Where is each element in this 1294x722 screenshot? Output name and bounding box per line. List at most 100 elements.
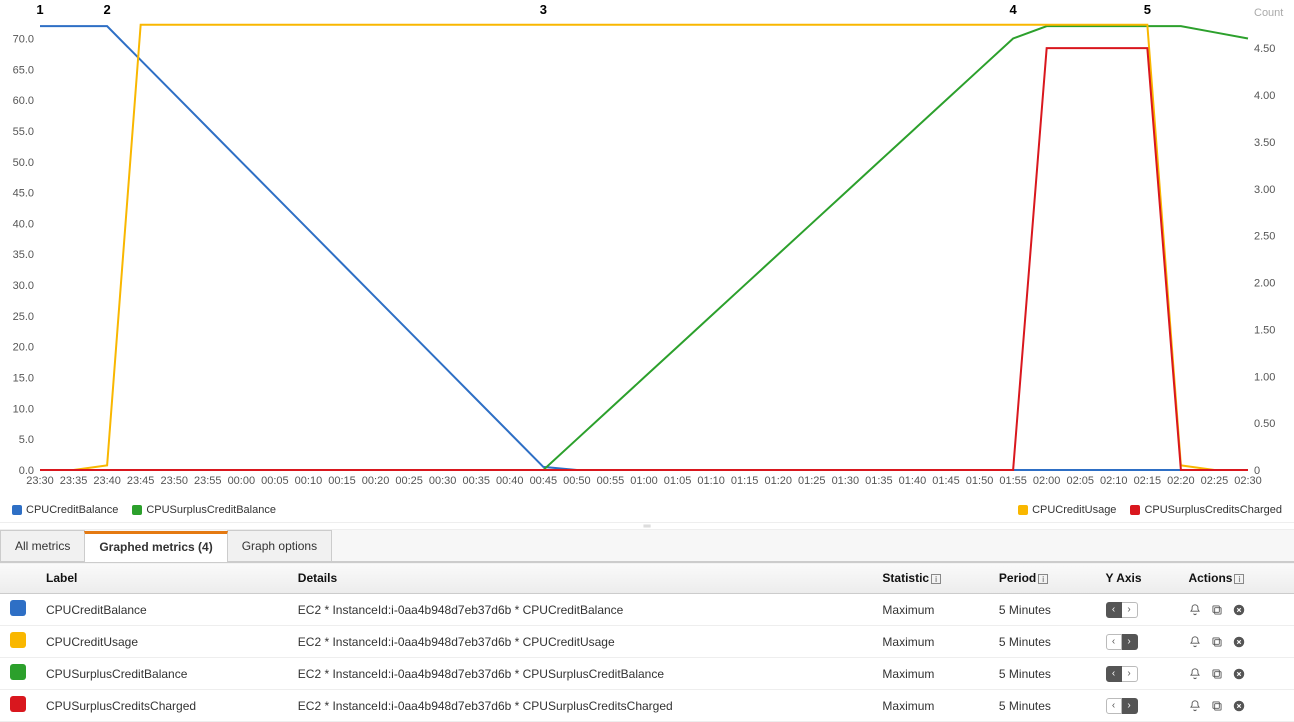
series-CPUSurplusCreditBalance[interactable]	[40, 26, 1248, 470]
svg-text:00:55: 00:55	[597, 475, 625, 487]
metric-details: EC2 * InstanceId:i-0aa4b948d7eb37d6b * C…	[288, 658, 873, 690]
svg-text:4.50: 4.50	[1254, 43, 1275, 55]
legend-item[interactable]: CPUCreditUsage	[1018, 504, 1116, 516]
svg-text:25.0: 25.0	[13, 311, 34, 323]
svg-text:15.0: 15.0	[13, 373, 34, 385]
duplicate-icon[interactable]	[1210, 603, 1224, 617]
svg-text:01:45: 01:45	[932, 475, 960, 487]
yaxis-left-button[interactable]: ‹	[1106, 634, 1122, 650]
legend-item[interactable]: CPUSurplusCreditsCharged	[1130, 504, 1282, 516]
tab-graphed-metrics[interactable]: Graphed metrics (4)	[84, 531, 227, 562]
series-CPUCreditBalance[interactable]	[40, 26, 1248, 470]
svg-text:50.0: 50.0	[13, 157, 34, 169]
bell-icon[interactable]	[1188, 603, 1202, 617]
svg-text:70.0: 70.0	[13, 33, 34, 45]
svg-text:02:05: 02:05	[1066, 475, 1094, 487]
yaxis-right-button[interactable]: ›	[1122, 602, 1138, 618]
duplicate-icon[interactable]	[1210, 667, 1224, 681]
table-row: CPUSurplusCreditBalanceEC2 * InstanceId:…	[0, 658, 1294, 690]
bell-icon[interactable]	[1188, 667, 1202, 681]
info-icon[interactable]: i	[931, 574, 941, 584]
yaxis-left-button[interactable]: ‹	[1106, 666, 1122, 682]
tab-all-metrics[interactable]: All metrics	[0, 530, 85, 561]
bell-icon[interactable]	[1188, 699, 1202, 713]
legend-label: CPUCreditUsage	[1032, 504, 1116, 516]
yaxis-left-button[interactable]: ‹	[1106, 698, 1122, 714]
metrics-table: Label Details Statistici Periodi Y Axis …	[0, 562, 1294, 722]
svg-text:2.50: 2.50	[1254, 231, 1275, 243]
yaxis-right-button[interactable]: ›	[1122, 666, 1138, 682]
svg-text:01:25: 01:25	[798, 475, 826, 487]
remove-icon[interactable]	[1232, 603, 1246, 617]
pane-splitter[interactable]: ═	[0, 522, 1294, 530]
svg-text:60.0: 60.0	[13, 95, 34, 107]
metric-details: EC2 * InstanceId:i-0aa4b948d7eb37d6b * C…	[288, 594, 873, 626]
metric-period[interactable]: 5 Minutes	[989, 658, 1096, 690]
remove-icon[interactable]	[1232, 667, 1246, 681]
table-row: CPUCreditBalanceEC2 * InstanceId:i-0aa4b…	[0, 594, 1294, 626]
col-yaxis[interactable]: Y Axis	[1096, 563, 1179, 594]
svg-text:01:50: 01:50	[966, 475, 994, 487]
series-CPUSurplusCreditsCharged[interactable]	[40, 48, 1248, 470]
col-label[interactable]: Label	[36, 563, 288, 594]
metric-statistic[interactable]: Maximum	[872, 658, 988, 690]
col-statistic[interactable]: Statistici	[872, 563, 988, 594]
svg-text:2.00: 2.00	[1254, 278, 1275, 290]
tabs: All metrics Graphed metrics (4) Graph op…	[0, 530, 1294, 562]
svg-text:01:20: 01:20	[764, 475, 792, 487]
duplicate-icon[interactable]	[1210, 635, 1224, 649]
series-color-swatch[interactable]	[10, 600, 26, 616]
svg-text:01:30: 01:30	[832, 475, 860, 487]
metric-statistic[interactable]: Maximum	[872, 626, 988, 658]
col-details[interactable]: Details	[288, 563, 873, 594]
series-color-swatch[interactable]	[10, 664, 26, 680]
series-color-swatch[interactable]	[10, 696, 26, 712]
tab-graph-options[interactable]: Graph options	[227, 530, 332, 561]
metric-label[interactable]: CPUSurplusCreditsCharged	[36, 690, 288, 722]
remove-icon[interactable]	[1232, 699, 1246, 713]
svg-text:10.0: 10.0	[13, 403, 34, 415]
legend-swatch	[12, 505, 22, 515]
series-color-swatch[interactable]	[10, 632, 26, 648]
svg-text:01:10: 01:10	[697, 475, 725, 487]
bell-icon[interactable]	[1188, 635, 1202, 649]
yaxis-right-button[interactable]: ›	[1122, 634, 1138, 650]
svg-text:20.0: 20.0	[13, 342, 34, 354]
yaxis-right-button[interactable]: ›	[1122, 698, 1138, 714]
legend-item[interactable]: CPUCreditBalance	[12, 504, 118, 516]
svg-text:00:45: 00:45	[530, 475, 558, 487]
metric-period[interactable]: 5 Minutes	[989, 690, 1096, 722]
col-actions[interactable]: Actionsi	[1178, 563, 1294, 594]
phase-marker: 2	[103, 2, 110, 17]
yaxis-left-button[interactable]: ‹	[1106, 602, 1122, 618]
svg-text:02:15: 02:15	[1134, 475, 1162, 487]
metric-period[interactable]: 5 Minutes	[989, 626, 1096, 658]
duplicate-icon[interactable]	[1210, 699, 1224, 713]
metric-label[interactable]: CPUSurplusCreditBalance	[36, 658, 288, 690]
legend-item[interactable]: CPUSurplusCreditBalance	[132, 504, 276, 516]
remove-icon[interactable]	[1232, 635, 1246, 649]
info-icon[interactable]: i	[1038, 574, 1048, 584]
svg-text:23:55: 23:55	[194, 475, 222, 487]
info-icon[interactable]: i	[1234, 574, 1244, 584]
svg-text:23:30: 23:30	[26, 475, 54, 487]
svg-text:01:55: 01:55	[999, 475, 1027, 487]
metric-label[interactable]: CPUCreditBalance	[36, 594, 288, 626]
metric-period[interactable]: 5 Minutes	[989, 594, 1096, 626]
metric-statistic[interactable]: Maximum	[872, 594, 988, 626]
legend-label: CPUCreditBalance	[26, 504, 118, 516]
svg-text:00:15: 00:15	[328, 475, 356, 487]
svg-text:23:35: 23:35	[60, 475, 88, 487]
svg-text:02:20: 02:20	[1167, 475, 1195, 487]
col-period[interactable]: Periodi	[989, 563, 1096, 594]
phase-marker: 4	[1009, 2, 1017, 17]
svg-text:00:35: 00:35	[462, 475, 490, 487]
svg-text:02:25: 02:25	[1201, 475, 1229, 487]
metric-label[interactable]: CPUCreditUsage	[36, 626, 288, 658]
svg-text:02:10: 02:10	[1100, 475, 1128, 487]
series-CPUCreditUsage[interactable]	[40, 25, 1248, 470]
svg-text:01:40: 01:40	[899, 475, 927, 487]
metric-statistic[interactable]: Maximum	[872, 690, 988, 722]
chart-area: 0.05.010.015.020.025.030.035.040.045.050…	[0, 0, 1294, 500]
line-chart[interactable]: 0.05.010.015.020.025.030.035.040.045.050…	[0, 0, 1294, 500]
